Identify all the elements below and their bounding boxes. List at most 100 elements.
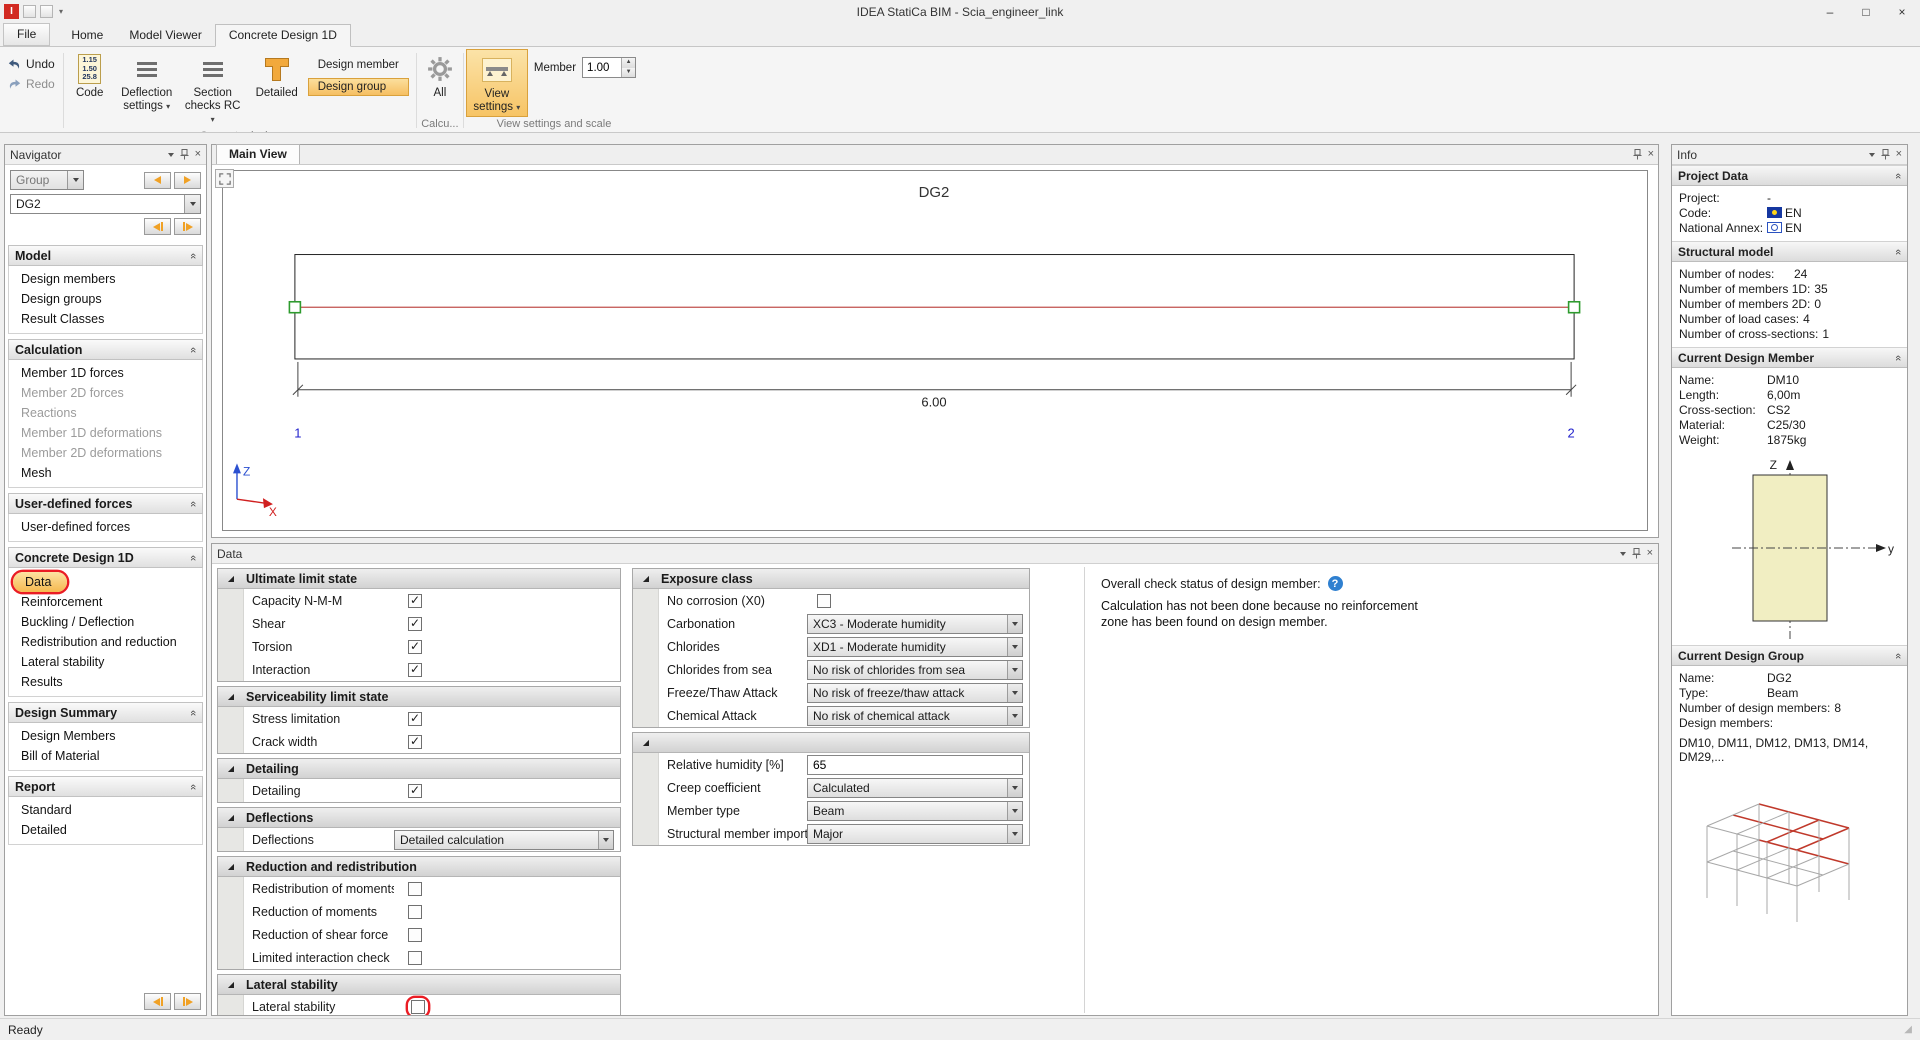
calculate-all-button[interactable]: All [419, 49, 461, 102]
sidebar-item-bill-of-material[interactable]: Bill of Material [9, 746, 202, 766]
member-type-dropdown[interactable]: Beam [807, 801, 1023, 821]
last-item-button[interactable] [174, 218, 201, 235]
previous-member-button[interactable] [144, 993, 171, 1010]
torsion-checkbox[interactable] [408, 640, 422, 654]
data-section-header[interactable]: ◢ [633, 733, 1029, 753]
previous-group-button[interactable] [144, 172, 171, 189]
freeze-thaw-attack-dropdown[interactable]: No risk of freeze/thaw attack [807, 683, 1023, 703]
sidebar-item-design-members[interactable]: Design members [9, 269, 202, 289]
spin-down-icon[interactable]: ▼ [622, 68, 635, 78]
design-group-button[interactable]: Design group [308, 78, 409, 96]
close-icon[interactable]: × [1647, 548, 1653, 559]
first-item-button[interactable] [144, 218, 171, 235]
group-mode-combo[interactable]: Group [10, 170, 84, 190]
lateral-stability-checkbox[interactable] [411, 1000, 425, 1014]
collapse-chevron-icon[interactable]: « [187, 346, 199, 352]
collapse-chevron-icon[interactable]: « [187, 500, 199, 506]
minimize-button[interactable]: – [1812, 1, 1848, 23]
current-design-group-header[interactable]: Current Design Group « [1672, 645, 1907, 666]
sidebar-item-detailed[interactable]: Detailed [9, 820, 202, 840]
collapse-chevron-icon[interactable]: « [187, 709, 199, 715]
collapse-chevron-icon[interactable]: « [187, 554, 199, 560]
maximize-button[interactable]: □ [1848, 1, 1884, 23]
redo-button[interactable]: Redo [8, 77, 55, 91]
relative-humidity-input[interactable] [807, 755, 1023, 775]
nav-section-header-report[interactable]: Report« [8, 776, 203, 797]
nav-section-header-user-defined-forces[interactable]: User-defined forces« [8, 493, 203, 514]
detailing-checkbox[interactable] [408, 784, 422, 798]
data-section-header[interactable]: ◢Deflections [218, 808, 620, 828]
help-icon[interactable]: ? [1328, 576, 1343, 591]
main-view-canvas[interactable]: DG2 6.00 1 2 [212, 166, 1658, 537]
chevron-down-icon[interactable] [1620, 552, 1626, 556]
tab-home[interactable]: Home [58, 25, 116, 46]
sidebar-item-user-defined-forces[interactable]: User-defined forces [9, 517, 202, 537]
collapse-chevron-icon[interactable]: « [1892, 652, 1904, 658]
no-corrosion-x0-checkbox[interactable] [817, 594, 831, 608]
sidebar-item-redistribution-and-reduction[interactable]: Redistribution and reduction [9, 632, 202, 652]
chevron-down-icon[interactable] [168, 153, 174, 157]
close-button[interactable]: × [1884, 1, 1920, 23]
pin-icon[interactable] [180, 149, 189, 160]
reduction-of-moments-checkbox[interactable] [408, 905, 422, 919]
stress-limitation-checkbox[interactable] [408, 712, 422, 726]
data-section-header[interactable]: ◢Lateral stability [218, 975, 620, 995]
close-icon[interactable]: × [1648, 149, 1654, 160]
undo-button[interactable]: Undo [8, 57, 55, 71]
chevron-down-icon[interactable] [1869, 153, 1875, 157]
fit-view-button[interactable] [215, 169, 234, 188]
code-button[interactable]: 1.15 1.50 25.8 Code [66, 49, 114, 102]
customize-quick-access-icon[interactable]: ▾ [59, 7, 63, 16]
resize-grip-icon[interactable]: ◢ [1904, 1024, 1912, 1035]
nav-section-header-model[interactable]: Model« [8, 245, 203, 266]
sidebar-item-lateral-stability[interactable]: Lateral stability [9, 652, 202, 672]
tab-file[interactable]: File [3, 23, 50, 46]
nav-section-header-concrete-design-1d[interactable]: Concrete Design 1D« [8, 547, 203, 568]
close-icon[interactable]: × [1896, 149, 1902, 160]
tab-concrete-design-1d[interactable]: Concrete Design 1D [215, 24, 351, 47]
current-design-member-header[interactable]: Current Design Member « [1672, 347, 1907, 368]
combo-arrow-icon[interactable] [184, 195, 200, 213]
creep-coefficient-dropdown[interactable]: Calculated [807, 778, 1023, 798]
nav-section-header-design-summary[interactable]: Design Summary« [8, 702, 203, 723]
quick-access-icon-2[interactable] [40, 5, 53, 18]
data-section-header[interactable]: ◢Exposure class [633, 569, 1029, 589]
shear-checkbox[interactable] [408, 617, 422, 631]
spinner-buttons[interactable]: ▲ ▼ [621, 58, 635, 77]
collapse-chevron-icon[interactable]: « [187, 783, 199, 789]
capacity-n-m-m-checkbox[interactable] [408, 594, 422, 608]
sidebar-item-buckling-deflection[interactable]: Buckling / Deflection [9, 612, 202, 632]
quick-access-icon-1[interactable] [23, 5, 36, 18]
data-section-header[interactable]: ◢Serviceability limit state [218, 687, 620, 707]
chemical-attack-dropdown[interactable]: No risk of chemical attack [807, 706, 1023, 726]
sidebar-item-standard[interactable]: Standard [9, 800, 202, 820]
sidebar-item-reinforcement[interactable]: Reinforcement [9, 592, 202, 612]
pin-icon[interactable] [1881, 149, 1890, 160]
deflection-settings-button[interactable]: Deflection settings ▾ [114, 49, 180, 115]
sidebar-item-member-1d-forces[interactable]: Member 1D forces [9, 363, 202, 383]
structural-model-header[interactable]: Structural model « [1672, 241, 1907, 262]
collapse-chevron-icon[interactable]: « [187, 252, 199, 258]
member-scale-input[interactable] [583, 58, 621, 77]
project-data-header[interactable]: Project Data « [1672, 165, 1907, 186]
redistribution-of-moments-checkbox[interactable] [408, 882, 422, 896]
structural-member-importance-dropdown[interactable]: Major [807, 824, 1023, 844]
nav-section-header-calculation[interactable]: Calculation« [8, 339, 203, 360]
view-settings-button[interactable]: View settings ▾ [466, 49, 528, 117]
tab-model-viewer[interactable]: Model Viewer [116, 25, 214, 46]
spin-up-icon[interactable]: ▲ [622, 58, 635, 68]
collapse-chevron-icon[interactable]: « [1892, 248, 1904, 254]
next-member-button[interactable] [174, 993, 201, 1010]
interaction-checkbox[interactable] [408, 663, 422, 677]
chlorides-from-sea-dropdown[interactable]: No risk of chlorides from sea [807, 660, 1023, 680]
sidebar-item-result-classes[interactable]: Result Classes [9, 309, 202, 329]
collapse-chevron-icon[interactable]: « [1892, 172, 1904, 178]
design-member-button[interactable]: Design member [308, 56, 409, 74]
detailed-button[interactable]: Detailed [251, 49, 303, 102]
pin-icon[interactable] [1632, 548, 1641, 559]
sidebar-item-mesh[interactable]: Mesh [9, 463, 202, 483]
tab-main-view[interactable]: Main View [216, 144, 300, 164]
sidebar-item-design-members[interactable]: Design Members [9, 726, 202, 746]
member-scale-spinbox[interactable]: ▲ ▼ [582, 57, 636, 78]
section-checks-rc-button[interactable]: Section checks RC ▾ [180, 49, 246, 129]
